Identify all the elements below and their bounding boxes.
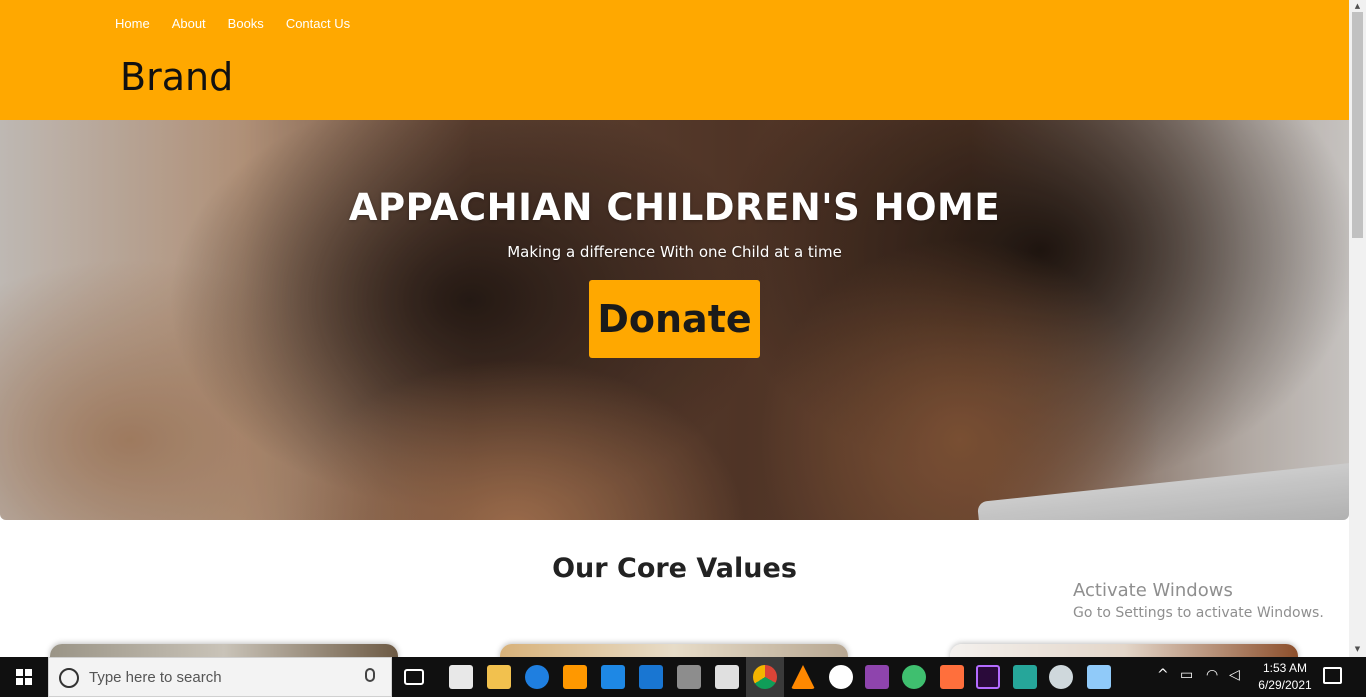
- file-explorer-icon[interactable]: [487, 665, 511, 689]
- clock-time: 1:53 AM: [1262, 661, 1308, 675]
- cortana-icon[interactable]: [59, 668, 79, 688]
- vscode-icon[interactable]: [601, 665, 625, 689]
- hero-banner: APPACHIAN CHILDREN'S HOME Making a diffe…: [0, 120, 1349, 520]
- app-orange-icon[interactable]: [940, 665, 964, 689]
- watermark-subtitle: Go to Settings to activate Windows.: [1073, 605, 1324, 621]
- nav-about[interactable]: About: [172, 16, 206, 31]
- app-sphere-icon[interactable]: [902, 665, 926, 689]
- app-green-icon[interactable]: [829, 665, 853, 689]
- browser-viewport: Home About Books Contact Us Brand APPACH…: [0, 0, 1349, 657]
- edge-icon[interactable]: [525, 665, 549, 689]
- premiere-icon[interactable]: [976, 665, 1000, 689]
- search-placeholder: Type here to search: [89, 669, 222, 686]
- scroll-up-icon[interactable]: ▲: [1352, 1, 1363, 11]
- taskbar-search-box[interactable]: Type here to search: [48, 657, 392, 697]
- store-icon[interactable]: [715, 665, 739, 689]
- core-value-card[interactable]: [950, 644, 1298, 657]
- windows-taskbar: Type here to search ^ ▭ ◠ ◁ 1:53 AM 6/29…: [0, 657, 1366, 697]
- start-button[interactable]: [0, 657, 48, 697]
- notification-center-icon[interactable]: [1323, 667, 1342, 684]
- hero-title: APPACHIAN CHILDREN'S HOME: [348, 186, 1001, 229]
- brand-logo[interactable]: Brand: [120, 55, 233, 99]
- app-arrow-icon[interactable]: [1013, 665, 1037, 689]
- scrollbar-thumb[interactable]: [1352, 12, 1363, 238]
- volume-icon[interactable]: ◁: [1229, 667, 1240, 683]
- main-nav: Home About Books Contact Us: [115, 16, 372, 31]
- watermark-title: Activate Windows: [1073, 580, 1233, 601]
- donate-button[interactable]: Donate: [589, 280, 760, 358]
- activate-windows-watermark: Activate Windows Go to Settings to activ…: [1073, 580, 1324, 621]
- app-book-icon[interactable]: [1087, 665, 1111, 689]
- mail-icon[interactable]: [449, 665, 473, 689]
- show-hidden-icons-icon[interactable]: ^: [1157, 667, 1169, 683]
- task-view-icon[interactable]: [404, 669, 424, 685]
- wifi-icon[interactable]: ◠: [1206, 667, 1218, 683]
- site-header: Home About Books Contact Us Brand: [0, 0, 1349, 120]
- core-value-card[interactable]: [50, 644, 398, 657]
- windows-logo-icon: [16, 669, 32, 685]
- notepad-icon[interactable]: [639, 665, 663, 689]
- nav-contact-us[interactable]: Contact Us: [286, 16, 350, 31]
- visual-studio-icon[interactable]: [865, 665, 889, 689]
- paint-icon[interactable]: [677, 665, 701, 689]
- clock-date: 6/29/2021: [1258, 678, 1312, 692]
- battery-icon[interactable]: ▭: [1180, 667, 1193, 683]
- core-value-card[interactable]: [500, 644, 848, 657]
- scroll-down-icon[interactable]: ▼: [1352, 644, 1363, 654]
- nav-home[interactable]: Home: [115, 16, 150, 31]
- hero-subtitle: Making a difference With one Child at a …: [507, 243, 842, 261]
- settings-icon[interactable]: [1049, 665, 1073, 689]
- nav-books[interactable]: Books: [228, 16, 264, 31]
- microphone-icon[interactable]: [365, 668, 375, 682]
- vlc-icon[interactable]: [791, 665, 815, 689]
- sublime-text-icon[interactable]: [563, 665, 587, 689]
- taskbar-clock[interactable]: 1:53 AM 6/29/2021: [1254, 660, 1316, 694]
- chrome-icon[interactable]: [753, 665, 777, 689]
